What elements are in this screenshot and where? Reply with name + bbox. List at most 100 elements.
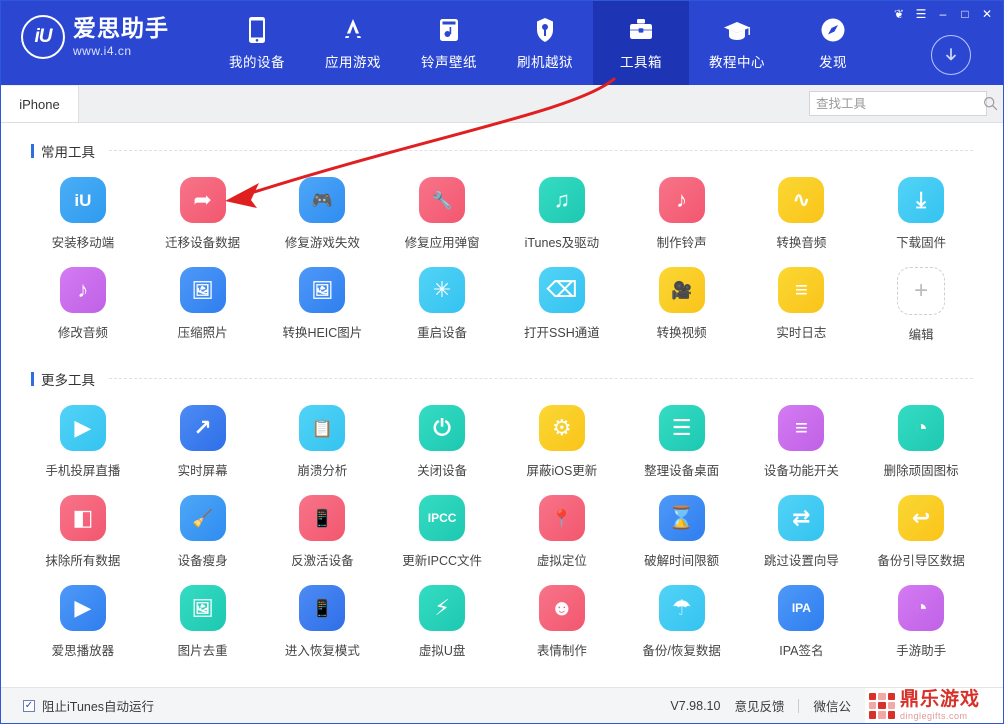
close-button[interactable]: ✕ (977, 5, 997, 23)
appstore-icon (338, 15, 368, 45)
tool-glyph: 🔧 (431, 190, 453, 210)
nav-label: 教程中心 (709, 55, 765, 70)
tool-tile[interactable]: 🎮 修复游戏失效 (263, 161, 383, 251)
tab-iphone[interactable]: iPhone (1, 86, 79, 122)
backup-restore-icon: ☂ (658, 585, 705, 631)
tools-content: 常用工具 iU 安装移动端 ➦ 迁移设备数据 🎮 修复游戏失效 🔧 修复应用弹窗 ♫ iTunes… (1, 123, 1003, 691)
tool-tile[interactable]: IPCC 更新IPCC文件 (382, 479, 502, 569)
tool-tile[interactable]: ↩ 备份引导区数据 (861, 479, 981, 569)
tool-tile[interactable]: iU 安装移动端 (23, 161, 143, 251)
iu-install-icon: iU (59, 177, 106, 223)
tool-tile[interactable]: ✳ 重启设备 (382, 251, 502, 343)
ringtone-wallpaper-icon (436, 15, 462, 45)
tool-glyph: ◧ (72, 505, 94, 530)
status-bar: ✓ 阻止iTunes自动运行 V7.98.10 意见反馈 微信公 鼎乐游戏 di… (1, 687, 1003, 723)
tool-tile[interactable]: IPA IPA签名 (742, 569, 862, 659)
tool-tile[interactable]: ☂ 备份/恢复数据 (622, 569, 742, 659)
tool-tile[interactable]: ◔ 删除顽固图标 (861, 389, 981, 479)
tool-label: IPA签名 (779, 644, 824, 658)
flash-jailbreak-icon (534, 15, 556, 45)
itunes-block-checkbox[interactable]: ✓ (23, 699, 35, 712)
nav-label: 应用游戏 (325, 55, 381, 70)
window-controls: ❦ ☰ – □ ✕ (889, 5, 997, 23)
tool-glyph: ⚡ (434, 595, 450, 620)
virtual-usb-icon: ⚡ (419, 585, 466, 631)
status-divider (798, 698, 800, 713)
tool-label: 反激活设备 (291, 554, 354, 568)
tool-tile[interactable]: ◔ 手游助手 (861, 569, 981, 659)
nav-label: 发现 (819, 55, 847, 70)
tool-tile[interactable]: ▶ 爱思播放器 (23, 569, 143, 659)
menu-button[interactable]: ☰ (911, 5, 931, 23)
minimize-button[interactable]: – (933, 5, 953, 23)
nav-item-tutorial-center[interactable]: 教程中心 (689, 1, 785, 85)
download-arrow-icon[interactable] (931, 35, 971, 75)
convert-audio-icon: ∿ (778, 177, 825, 223)
nav-item-discover[interactable]: 发现 (785, 1, 881, 85)
tool-label: 虚拟U盘 (418, 644, 466, 658)
crash-analysis-icon: 📋 (299, 405, 346, 451)
tool-tile[interactable]: ⏻ 关闭设备 (382, 389, 502, 479)
tool-tile[interactable]: ☰ 整理设备桌面 (622, 389, 742, 479)
tool-tile[interactable]: ♪ 制作铃声 (622, 161, 742, 251)
tool-tile[interactable]: 🧹 设备瘦身 (143, 479, 263, 569)
tool-glyph: 🎥 (671, 280, 693, 300)
search-icon[interactable] (983, 92, 998, 115)
tool-tile[interactable]: 🔧 修复应用弹窗 (382, 161, 502, 251)
tool-label: 压缩照片 (177, 326, 228, 340)
tool-label: 修复游戏失效 (284, 236, 360, 250)
reboot-device-icon: ✳ (419, 267, 466, 313)
tool-glyph: 📱 (311, 508, 333, 528)
tool-glyph: 📋 (311, 418, 333, 438)
tool-tile[interactable]: 📍 虚拟定位 (502, 479, 622, 569)
tool-tile[interactable]: ▶ 手机投屏直播 (23, 389, 143, 479)
compass-icon (819, 15, 847, 45)
tool-tile[interactable]: 🖼 压缩照片 (143, 251, 263, 343)
tool-tile[interactable]: ☻ 表情制作 (502, 569, 622, 659)
tool-tile[interactable]: 📱 反激活设备 (263, 479, 383, 569)
mobile-game-helper-icon: ◔ (898, 585, 945, 631)
graduation-cap-icon (722, 15, 752, 45)
tool-tile[interactable]: ♪ 修改音频 (23, 251, 143, 343)
tool-tile[interactable]: ⤓ 下载固件 (861, 161, 981, 251)
tool-tile[interactable]: 🎥 转换视频 (622, 251, 742, 343)
tool-tile[interactable]: ♫ iTunes及驱动 (502, 161, 622, 251)
tool-tile[interactable]: ≡ 设备功能开关 (742, 389, 862, 479)
tab-strip: iPhone (1, 85, 1003, 123)
feedback-link[interactable]: 意见反馈 (734, 696, 784, 715)
tool-tile[interactable]: 📱 进入恢复模式 (263, 569, 383, 659)
wechat-link[interactable]: 微信公 (813, 696, 851, 715)
photo-dedupe-icon: 🖼 (179, 585, 226, 631)
search-input[interactable] (810, 92, 983, 115)
tool-tile[interactable]: ↗ 实时屏幕 (143, 389, 263, 479)
tool-tile[interactable]: ≡ 实时日志 (742, 251, 862, 343)
nav-item-apps-games[interactable]: 应用游戏 (305, 1, 401, 85)
tool-tile[interactable]: 🖼 转换HEIC图片 (263, 251, 383, 343)
tool-tile[interactable]: ◧ 抹除所有数据 (23, 479, 143, 569)
tool-tile[interactable]: ∿ 转换音频 (742, 161, 862, 251)
tool-tile[interactable]: 🖼 图片去重 (143, 569, 263, 659)
tool-tile[interactable]: + 编辑 (861, 251, 981, 343)
nav-item-ringtone-wallpaper[interactable]: 铃声壁纸 (401, 1, 497, 85)
tool-tile[interactable]: ⚡ 虚拟U盘 (382, 569, 502, 659)
itunes-block-option[interactable]: ✓ 阻止iTunes自动运行 (23, 696, 154, 715)
tool-tile[interactable]: ➦ 迁移设备数据 (143, 161, 263, 251)
maximize-button[interactable]: □ (955, 5, 975, 23)
skin-button[interactable]: ❦ (889, 5, 909, 23)
section-title: 常用工具 (41, 145, 95, 160)
tool-label: 编辑 (908, 328, 934, 342)
tool-label: 制作铃声 (656, 236, 707, 250)
tool-tile[interactable]: 📋 崩溃分析 (263, 389, 383, 479)
tool-tile[interactable]: ⌛ 破解时间限额 (622, 479, 742, 569)
nav-item-toolbox[interactable]: 工具箱 (593, 1, 689, 85)
nav-item-flash-jailbreak[interactable]: 刷机越狱 (497, 1, 593, 85)
tool-glyph: ⌛ (667, 505, 696, 530)
section-title: 更多工具 (41, 373, 95, 388)
tool-tile[interactable]: ⇄ 跳过设置向导 (742, 479, 862, 569)
tool-tile[interactable]: ⌫ 打开SSH通道 (502, 251, 622, 343)
version-label: V7.98.10 (670, 698, 721, 713)
tool-tile[interactable]: ⚙ 屏蔽iOS更新 (502, 389, 622, 479)
screen-cast-icon: ▶ (59, 405, 106, 451)
tool-label: 转换音频 (776, 236, 827, 250)
nav-item-my-device[interactable]: 我的设备 (209, 1, 305, 85)
